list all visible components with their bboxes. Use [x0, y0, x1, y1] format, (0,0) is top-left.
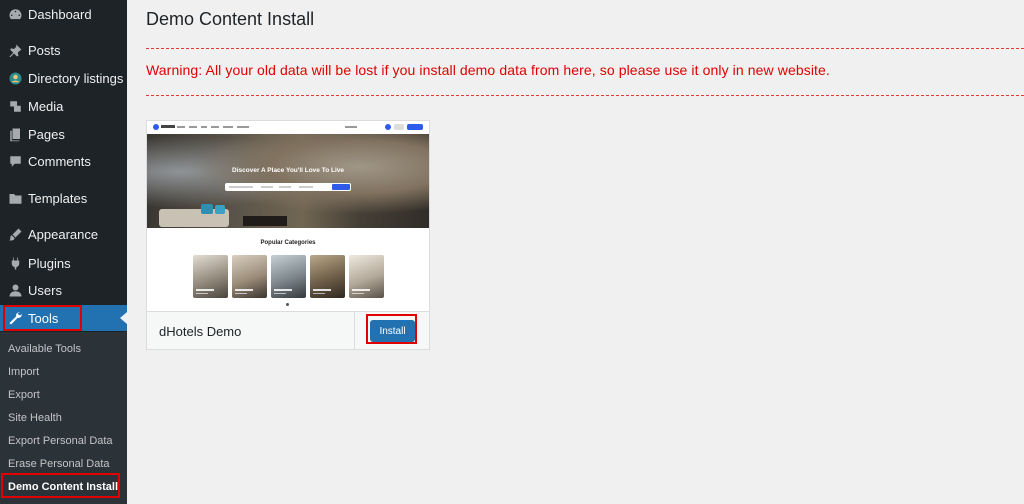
preview-navbar [147, 121, 429, 134]
menu-item-comments[interactable]: Comments [0, 148, 127, 174]
tools-submenu: Available Tools Import Export Site Healt… [0, 332, 127, 504]
folder-icon [5, 189, 25, 207]
active-indicator [120, 312, 127, 324]
demo-card-footer: dHotels Demo Install [147, 311, 429, 350]
submenu-export[interactable]: Export [8, 389, 40, 401]
preview-nav-link [345, 126, 357, 128]
plug-icon [5, 254, 25, 272]
submenu-available-tools[interactable]: Available Tools [8, 343, 81, 355]
preview-category-card [232, 255, 267, 298]
preview-hero-title: Discover A Place You'll Love To Live [232, 167, 344, 174]
preview-logo [153, 124, 175, 130]
directory-icon [5, 69, 25, 87]
preview-add-listing-button [407, 124, 423, 130]
submenu-site-health[interactable]: Site Health [8, 412, 62, 424]
menu-item-templates[interactable]: Templates [0, 185, 127, 211]
media-icon [5, 97, 25, 115]
preview-categories-title: Popular Categories [260, 240, 316, 246]
preview-nav-link [201, 126, 207, 128]
warning-message: Warning: All your old data will be lost … [146, 62, 830, 78]
menu-item-tools[interactable]: Tools [0, 305, 127, 331]
admin-sidebar: Dashboard Posts Directory listings Media… [0, 0, 127, 504]
menu-item-pages[interactable]: Pages [0, 121, 127, 147]
preview-hero-image: Discover A Place You'll Love To Live [147, 134, 429, 228]
menu-label: Tools [28, 310, 59, 326]
demo-name: dHotels Demo [159, 324, 242, 339]
dashboard-icon [5, 5, 25, 23]
menu-label: Pages [28, 126, 65, 142]
menu-label: Plugins [28, 255, 71, 271]
submenu-erase-personal-data[interactable]: Erase Personal Data [8, 458, 110, 470]
preview-search-bar [225, 183, 351, 191]
preview-category-card [349, 255, 384, 298]
preview-signin-button [394, 124, 404, 130]
menu-item-posts[interactable]: Posts [0, 37, 127, 63]
preview-carousel-dot [286, 303, 289, 306]
wrench-icon [5, 309, 25, 327]
submenu-import[interactable]: Import [8, 366, 39, 378]
menu-item-media[interactable]: Media [0, 93, 127, 119]
user-icon [5, 281, 25, 299]
menu-label: Comments [28, 153, 91, 169]
menu-label: Dashboard [28, 6, 92, 22]
menu-item-directory-listings[interactable]: Directory listings [0, 65, 127, 91]
warning-bottom-border [146, 95, 1024, 96]
menu-item-appearance[interactable]: Appearance [0, 221, 127, 247]
install-button[interactable]: Install [370, 320, 415, 342]
menu-item-plugins[interactable]: Plugins [0, 250, 127, 276]
menu-label: Templates [28, 190, 88, 206]
preview-pillow [201, 204, 213, 214]
preview-nav-link [237, 126, 249, 128]
demo-card: Discover A Place You'll Love To Live Pop… [146, 120, 430, 350]
brush-icon [5, 225, 25, 243]
menu-label: Media [28, 98, 64, 114]
page-title: Demo Content Install [146, 9, 315, 29]
menu-label: Users [28, 282, 62, 298]
preview-category-card [310, 255, 345, 298]
menu-label: Directory listings [28, 70, 124, 86]
preview-nav-link [189, 126, 197, 128]
preview-avatar [385, 124, 391, 130]
menu-label: Posts [28, 42, 61, 58]
preview-nav-link [211, 126, 219, 128]
menu-label: Appearance [28, 226, 99, 242]
menu-item-users[interactable]: Users [0, 277, 127, 303]
preview-pillow [215, 205, 225, 214]
menu-item-dashboard[interactable]: Dashboard [0, 1, 127, 27]
footer-divider [354, 312, 355, 350]
comment-icon [5, 152, 25, 170]
preview-category-card [271, 255, 306, 298]
preview-nav-link [223, 126, 233, 128]
submenu-demo-content-install[interactable]: Demo Content Install [8, 481, 118, 493]
preview-category-card [193, 255, 228, 298]
pin-icon [5, 41, 25, 59]
preview-table [243, 216, 287, 226]
preview-nav-link [177, 126, 185, 128]
demo-preview-screenshot[interactable]: Discover A Place You'll Love To Live Pop… [147, 121, 429, 311]
warning-top-border [146, 48, 1024, 49]
pages-icon [5, 125, 25, 143]
submenu-export-personal-data[interactable]: Export Personal Data [8, 435, 113, 447]
